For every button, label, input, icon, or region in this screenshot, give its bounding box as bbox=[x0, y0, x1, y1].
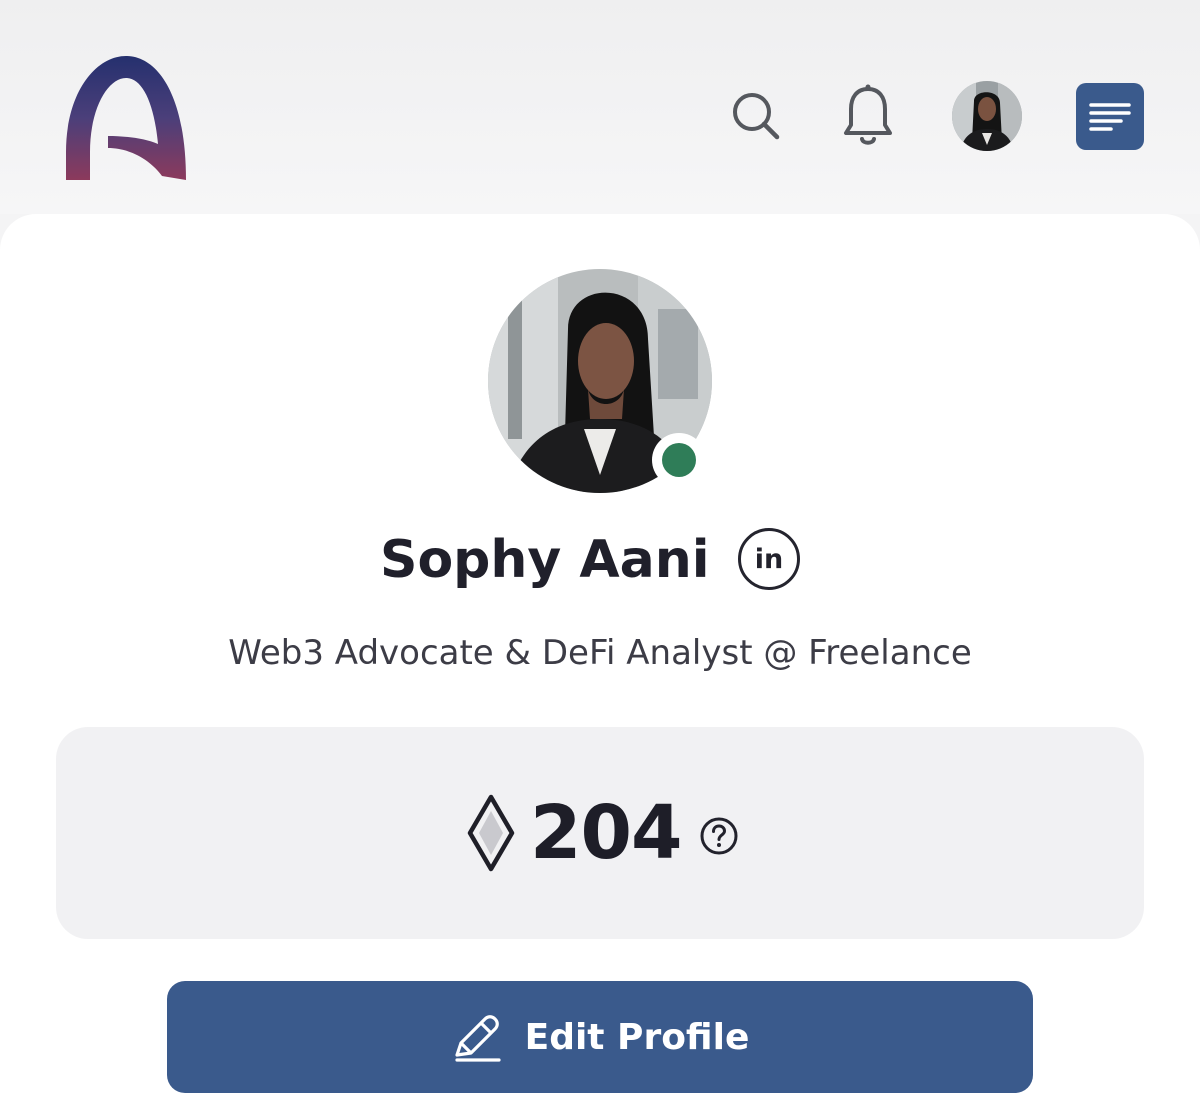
search-button[interactable] bbox=[728, 88, 784, 144]
search-icon bbox=[733, 93, 780, 140]
app-logo[interactable] bbox=[62, 52, 190, 182]
online-status-dot bbox=[662, 443, 696, 477]
diamond-icon bbox=[467, 794, 515, 872]
online-status-indicator bbox=[652, 433, 706, 487]
notifications-button[interactable] bbox=[838, 82, 898, 150]
linkedin-icon[interactable]: in bbox=[738, 528, 800, 590]
top-header bbox=[0, 0, 1200, 214]
points-row: 204 bbox=[466, 788, 739, 878]
edit-profile-button[interactable]: Edit Profile bbox=[167, 981, 1033, 1093]
profile-headline: Web3 Advocate & DeFi Analyst @ Freelance bbox=[228, 633, 972, 673]
bell-icon bbox=[844, 84, 892, 145]
name-row: Sophy Aani in bbox=[0, 522, 1200, 598]
header-avatar[interactable] bbox=[952, 81, 1022, 151]
pencil-icon bbox=[455, 1015, 501, 1062]
menu-lines-icon bbox=[1089, 102, 1131, 131]
points-value: 204 bbox=[530, 790, 682, 876]
profile-name: Sophy Aani bbox=[380, 530, 710, 590]
avatar-image bbox=[952, 81, 1022, 151]
edit-profile-label: Edit Profile bbox=[524, 1016, 750, 1058]
menu-button[interactable] bbox=[1076, 83, 1144, 150]
question-circle-icon[interactable] bbox=[699, 816, 739, 856]
